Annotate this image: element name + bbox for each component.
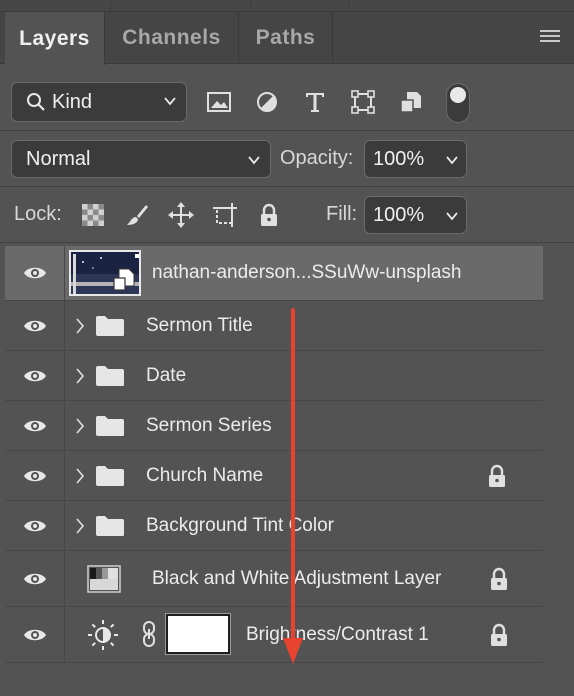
panel-top-strip [0,0,574,12]
smart-object-filter-icon[interactable] [397,88,425,116]
chevron-down-icon [164,97,176,106]
folder-icon [96,466,124,486]
layer-row-group[interactable]: Sermon Title [5,301,543,351]
opacity-input[interactable]: 100% [364,140,438,178]
divider [0,186,574,187]
opacity-dropdown-button[interactable] [437,140,467,178]
divider [0,242,574,243]
chevron-right-icon[interactable] [75,468,85,484]
divider [0,130,574,131]
eye-icon [23,629,46,640]
lock-position-move-icon[interactable] [168,202,194,228]
blend-mode-select[interactable]: Normal [11,140,271,178]
eye-icon [23,573,46,584]
layer-row-group[interactable]: Background Tint Color [5,501,543,551]
visibility-toggle[interactable] [5,501,65,550]
eye-icon [23,320,46,331]
layer-thumbnail [69,250,141,296]
opacity-label: Opacity: [280,147,354,169]
fill-label: Fill: [326,203,358,225]
layer-name[interactable]: Sermon Series [146,415,272,437]
eye-icon [23,520,46,531]
layers-list: nathan-anderson...SSuWw-unsplash Sermon … [5,246,543,663]
image-filter-icon[interactable] [205,88,233,116]
mask-link-icon[interactable] [142,621,156,647]
tab-layers[interactable]: Layers [5,12,105,65]
layer-name[interactable]: Sermon Title [146,315,253,337]
adjustment-filter-icon[interactable] [253,88,281,116]
visibility-toggle[interactable] [5,351,65,400]
chevron-down-icon [248,156,260,165]
lock-image-pixels-brush-icon[interactable] [124,202,150,228]
lock-icon [491,623,507,646]
eye-icon [23,470,46,481]
filter-row: Kind [0,82,574,123]
fill-input[interactable]: 100% [364,196,438,234]
folder-icon [96,316,124,336]
folder-icon [96,416,124,436]
layer-name[interactable]: Church Name [146,465,263,487]
lock-transparent-pixels-icon[interactable] [80,202,106,228]
panel-tab-bar: Layers Channels Paths [0,12,574,65]
eye-icon [23,420,46,431]
layer-name[interactable]: Date [146,365,186,387]
fill-dropdown-button[interactable] [437,196,467,234]
tab-channels[interactable]: Channels [105,12,239,64]
panel-footer [5,666,543,696]
search-icon [27,93,45,111]
eye-icon [23,267,46,279]
visibility-toggle[interactable] [5,451,65,500]
blend-mode-value: Normal [26,147,91,170]
layer-name[interactable]: Brightness/Contrast 1 [246,624,429,646]
lock-icon [491,567,507,590]
layer-name[interactable]: nathan-anderson...SSuWw-unsplash [152,262,461,284]
filter-toggle[interactable] [446,83,470,123]
chevron-down-icon [446,212,458,221]
layer-mask-thumbnail[interactable] [165,613,231,655]
lock-all-icon[interactable] [256,202,282,228]
layer-row-group[interactable]: Date [5,351,543,401]
visibility-toggle[interactable] [5,607,65,662]
visibility-toggle[interactable] [5,301,65,350]
black-white-adjustment-icon [87,565,121,593]
visibility-toggle[interactable] [5,551,65,606]
brightness-contrast-icon [88,620,118,650]
kind-filter-select[interactable]: Kind [11,82,187,122]
lock-icon [489,464,505,487]
folder-icon [96,366,124,386]
chevron-right-icon[interactable] [75,368,85,384]
chevron-right-icon[interactable] [75,418,85,434]
layer-row-smart-object[interactable]: nathan-anderson...SSuWw-unsplash [5,246,543,301]
chevron-right-icon[interactable] [75,318,85,334]
chevron-right-icon[interactable] [75,518,85,534]
lock-artboard-icon[interactable] [212,202,238,228]
layer-row-adjustment[interactable]: Black and White Adjustment Layer [5,551,543,607]
folder-icon [96,516,124,536]
layer-row-adjustment-masked[interactable]: Brightness/Contrast 1 [5,607,543,663]
lock-row: Lock: Fill: 100% [0,196,574,234]
shape-filter-icon[interactable] [349,88,377,116]
kind-filter-label: Kind [52,90,93,113]
lock-label: Lock: [14,203,62,225]
visibility-toggle[interactable] [5,246,65,300]
layer-row-group[interactable]: Sermon Series [5,401,543,451]
chevron-down-icon [446,156,458,165]
panel-menu-icon[interactable] [540,30,560,44]
eye-icon [23,370,46,381]
annotation-arrow-down [283,308,303,664]
visibility-toggle[interactable] [5,401,65,450]
type-filter-icon[interactable] [301,88,329,116]
smart-object-badge-icon [113,268,135,291]
tab-paths[interactable]: Paths [239,12,333,64]
layer-row-group[interactable]: Church Name [5,451,543,501]
blend-row: Normal Opacity: 100% [0,140,574,178]
